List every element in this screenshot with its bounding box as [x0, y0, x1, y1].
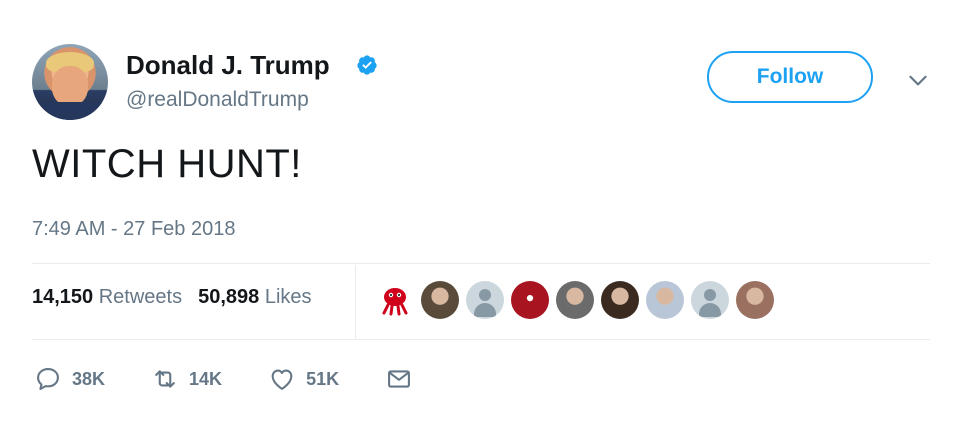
chevron-down-icon[interactable]: [905, 67, 931, 93]
verified-badge-icon: [357, 55, 377, 75]
liker-avatar[interactable]: [421, 281, 459, 319]
avatar-shirt: [32, 102, 108, 120]
stats-top-divider: [32, 263, 930, 264]
user-avatar[interactable]: [32, 44, 108, 120]
tweet-timestamp[interactable]: 7:49 AM - 27 Feb 2018: [32, 218, 235, 241]
avatar-face: [52, 66, 88, 106]
liker-avatar[interactable]: [511, 281, 549, 319]
like-button[interactable]: 51K: [268, 365, 339, 393]
direct-message-button[interactable]: [385, 365, 413, 393]
liker-avatar[interactable]: [466, 281, 504, 319]
liker-avatar[interactable]: [601, 281, 639, 319]
mascot-icon: [382, 288, 408, 316]
likes-label: Likes: [264, 286, 312, 308]
stats-bottom-divider: [32, 339, 930, 340]
reply-icon: [37, 368, 59, 390]
envelope-icon: [388, 370, 411, 388]
liker-avatars: [376, 281, 774, 319]
liker-avatar[interactable]: [736, 281, 774, 319]
stats-vertical-divider: [355, 265, 356, 339]
liker-avatar[interactable]: [646, 281, 684, 319]
user-display-name[interactable]: Donald J. Trump: [126, 50, 330, 81]
retweets-stat[interactable]: 14,150 Retweets: [32, 286, 182, 309]
liker-avatar[interactable]: [376, 281, 414, 319]
reply-count: 38K: [72, 368, 106, 389]
retweets-label: Retweets: [98, 286, 183, 308]
follow-button[interactable]: Follow: [707, 51, 873, 103]
retweet-button[interactable]: 14K: [151, 365, 222, 393]
tweet-stats: 14,150 Retweets 50,898 Likes: [32, 286, 312, 309]
tweet-actions: 38K 14K 51K: [34, 365, 459, 393]
heart-icon: [271, 369, 293, 390]
reply-button[interactable]: 38K: [34, 365, 105, 393]
liker-avatar[interactable]: [556, 281, 594, 319]
likes-count: 50,898: [198, 286, 260, 308]
liker-avatar[interactable]: [691, 281, 729, 319]
retweet-count: 14K: [189, 368, 223, 389]
retweets-count: 14,150: [32, 286, 94, 308]
tweet-text: WITCH HUNT!: [32, 142, 302, 186]
retweet-icon: [155, 370, 175, 388]
like-count: 51K: [306, 368, 340, 389]
likes-stat[interactable]: 50,898 Likes: [198, 286, 311, 309]
user-handle[interactable]: @realDonaldTrump: [126, 88, 309, 112]
